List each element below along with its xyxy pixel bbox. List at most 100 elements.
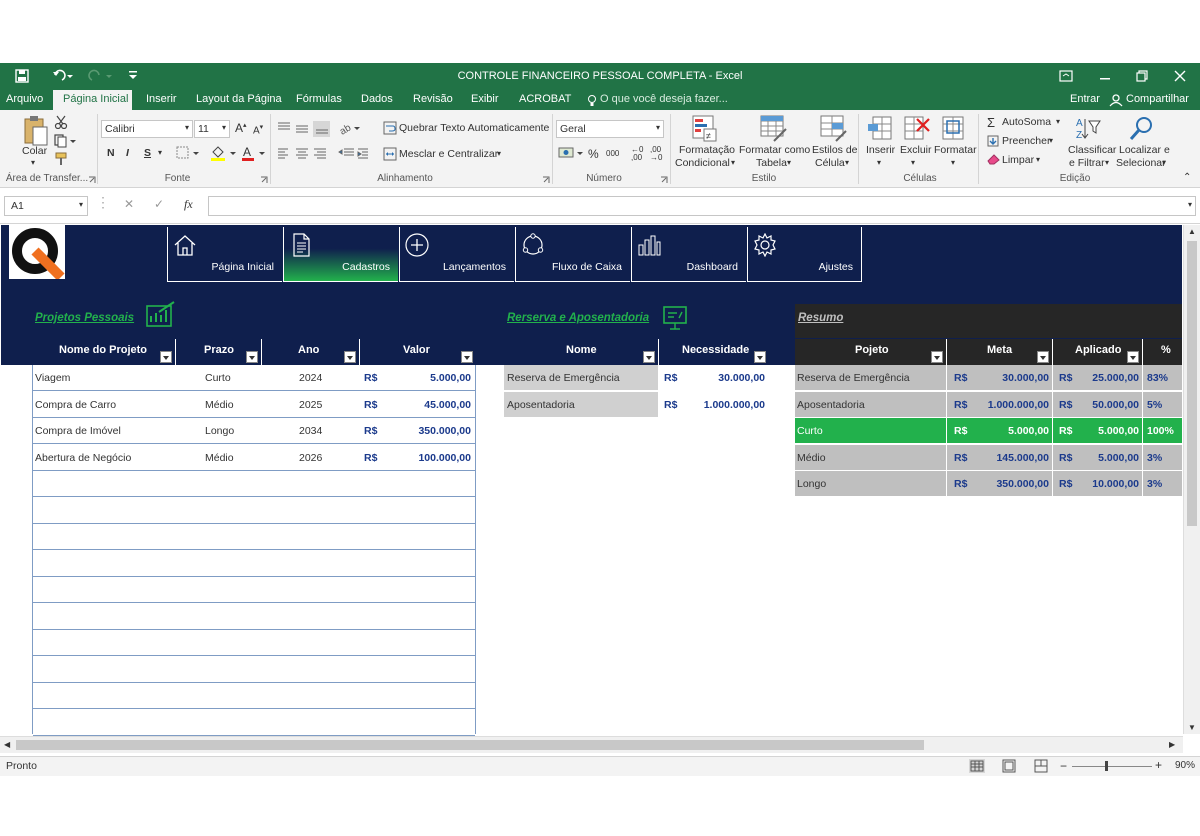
- merge-center-icon[interactable]: [383, 147, 397, 161]
- tab-dados[interactable]: Dados: [361, 93, 393, 105]
- fill-button[interactable]: Preencher: [1002, 135, 1050, 147]
- table-row-empty[interactable]: [33, 630, 475, 656]
- merge-dropdown-icon[interactable]: ▾: [497, 149, 501, 158]
- decrease-decimal-icon[interactable]: ,00 →0: [650, 146, 662, 162]
- restore-icon[interactable]: [1136, 69, 1148, 83]
- format-table-label-1[interactable]: Formatar como: [739, 144, 810, 156]
- conditional-format-icon[interactable]: ≠: [692, 115, 718, 143]
- filter-dropdown-icon[interactable]: [754, 351, 766, 363]
- underline-dropdown-icon[interactable]: ▾: [158, 148, 162, 157]
- table-row[interactable]: Médio R$ 145.000,00 R$ 5.000,00 3%: [795, 444, 1182, 471]
- paste-icon[interactable]: [23, 115, 49, 147]
- format-cells-icon[interactable]: [941, 115, 967, 143]
- ribbon-display-icon[interactable]: [1059, 69, 1073, 83]
- italic-button[interactable]: I: [126, 147, 129, 159]
- cell-styles-icon[interactable]: [820, 115, 848, 143]
- borders-icon[interactable]: [176, 146, 200, 160]
- table-row-empty[interactable]: [33, 604, 475, 630]
- format-table-icon[interactable]: [760, 115, 788, 143]
- normal-view-icon[interactable]: [969, 759, 985, 773]
- alignment-launcher-icon[interactable]: [542, 176, 550, 184]
- zoom-slider-thumb[interactable]: [1105, 761, 1108, 771]
- table-row-empty[interactable]: [33, 577, 475, 603]
- tab-layout[interactable]: Layout da Página: [196, 93, 282, 105]
- col-valor[interactable]: Valor: [360, 339, 476, 365]
- font-launcher-icon[interactable]: [260, 176, 268, 184]
- bold-button[interactable]: N: [107, 147, 115, 159]
- filter-dropdown-icon[interactable]: [160, 351, 172, 363]
- scroll-thumb-horizontal[interactable]: [16, 740, 924, 750]
- tab-revisao[interactable]: Revisão: [413, 93, 453, 105]
- table-row-empty[interactable]: [33, 657, 475, 683]
- cond-format-label-1[interactable]: Formatação: [679, 144, 735, 156]
- table-row[interactable]: Reserva de Emergência R$ 30.000,00 R$ 25.000…: [795, 365, 1182, 391]
- nav-pagina-inicial[interactable]: Página Inicial: [167, 227, 282, 282]
- tab-arquivo[interactable]: Arquivo: [6, 93, 43, 105]
- filter-dropdown-icon[interactable]: [931, 351, 943, 363]
- nav-cadastros[interactable]: Cadastros: [283, 227, 398, 282]
- filter-dropdown-icon[interactable]: [1127, 351, 1139, 363]
- formula-input[interactable]: ▾: [208, 196, 1196, 216]
- copy-icon[interactable]: [54, 134, 76, 148]
- wrap-text-button[interactable]: Quebrar Texto Automaticamente: [399, 122, 549, 134]
- col-resumo-projeto[interactable]: Pojeto: [795, 339, 947, 365]
- minimize-icon[interactable]: [1099, 69, 1111, 83]
- cond-format-label-2[interactable]: Condicional: [675, 157, 730, 169]
- insert-cells-icon[interactable]: [867, 115, 893, 143]
- col-nome-projeto[interactable]: Nome do Projeto: [33, 339, 176, 365]
- find-label-2[interactable]: Selecionar: [1116, 157, 1166, 169]
- autosum-icon[interactable]: Σ: [987, 115, 995, 130]
- zoom-out-button[interactable]: −: [1060, 759, 1067, 773]
- sort-filter-icon[interactable]: AZ: [1074, 115, 1102, 143]
- table-row-empty[interactable]: [33, 471, 475, 497]
- col-ano[interactable]: Ano: [262, 339, 360, 365]
- horizontal-align-icons[interactable]: [276, 146, 332, 160]
- vertical-scrollbar[interactable]: ▲ ▼: [1183, 225, 1200, 734]
- table-row-empty[interactable]: [33, 498, 475, 524]
- autosum-button[interactable]: AutoSoma: [1002, 116, 1051, 128]
- table-row[interactable]: Aposentadoria R$ 1.000.000,00 R$ 50.000,00 5%: [795, 391, 1182, 418]
- table-row[interactable]: Viagem Curto 2024 R$ 5.000,00: [33, 365, 475, 391]
- filter-dropdown-icon[interactable]: [1037, 351, 1049, 363]
- col-resumo-pct[interactable]: %: [1143, 339, 1182, 365]
- table-row[interactable]: Curto R$ 5.000,00 R$ 5.000,00 100%: [795, 418, 1182, 444]
- insert-button[interactable]: Inserir: [866, 144, 895, 156]
- find-label-1[interactable]: Localizar e: [1119, 144, 1170, 156]
- underline-button[interactable]: S: [144, 147, 151, 159]
- fill-color-icon[interactable]: [210, 144, 238, 162]
- cell-styles-label-2[interactable]: Célula: [815, 157, 845, 169]
- thousands-button[interactable]: 000: [606, 149, 619, 158]
- format-table-label-2[interactable]: Tabela: [756, 157, 787, 169]
- percent-button[interactable]: %: [588, 147, 599, 161]
- table-row[interactable]: Reserva de Emergência R$ 30.000,00: [504, 365, 769, 391]
- table-row[interactable]: Aposentadoria R$ 1.000.000,00: [504, 391, 769, 418]
- table-row-empty[interactable]: [33, 524, 475, 550]
- col-reserva-nome[interactable]: Nome: [504, 339, 659, 365]
- scroll-right-icon[interactable]: ▶: [1169, 740, 1175, 749]
- name-box[interactable]: A1 ▾: [4, 196, 88, 216]
- table-row[interactable]: Compra de Carro Médio 2025 R$ 45.000,00: [33, 392, 475, 418]
- enter-icon[interactable]: ✓: [154, 197, 164, 211]
- sort-label-2[interactable]: e Filtrar: [1069, 157, 1105, 169]
- nav-ajustes[interactable]: Ajustes: [747, 227, 862, 282]
- col-reserva-necessidade[interactable]: Necessidade: [659, 339, 769, 365]
- delete-cells-icon[interactable]: [903, 115, 931, 143]
- fill-down-icon[interactable]: [987, 135, 999, 147]
- font-color-icon[interactable]: A: [241, 144, 267, 162]
- filter-dropdown-icon[interactable]: [461, 351, 473, 363]
- tell-me-input[interactable]: O que você deseja fazer...: [600, 93, 728, 105]
- orientation-icon[interactable]: ab: [338, 120, 362, 136]
- nav-fluxo-de-caixa[interactable]: Fluxo de Caixa: [515, 227, 630, 282]
- tab-formulas[interactable]: Fórmulas: [296, 93, 342, 105]
- number-format-select[interactable]: Geral ▾: [556, 120, 664, 138]
- shrink-font-icon[interactable]: A▾: [253, 123, 263, 136]
- cancel-icon[interactable]: ✕: [124, 197, 134, 211]
- table-row-empty[interactable]: [33, 683, 475, 709]
- expand-formula-icon[interactable]: ▾: [1188, 200, 1192, 209]
- close-icon[interactable]: [1174, 69, 1186, 83]
- scroll-up-icon[interactable]: ▲: [1188, 227, 1196, 236]
- page-layout-icon[interactable]: [1002, 759, 1016, 773]
- clear-button[interactable]: Limpar: [1002, 154, 1034, 166]
- page-break-icon[interactable]: [1034, 759, 1048, 773]
- format-painter-icon[interactable]: [54, 152, 68, 166]
